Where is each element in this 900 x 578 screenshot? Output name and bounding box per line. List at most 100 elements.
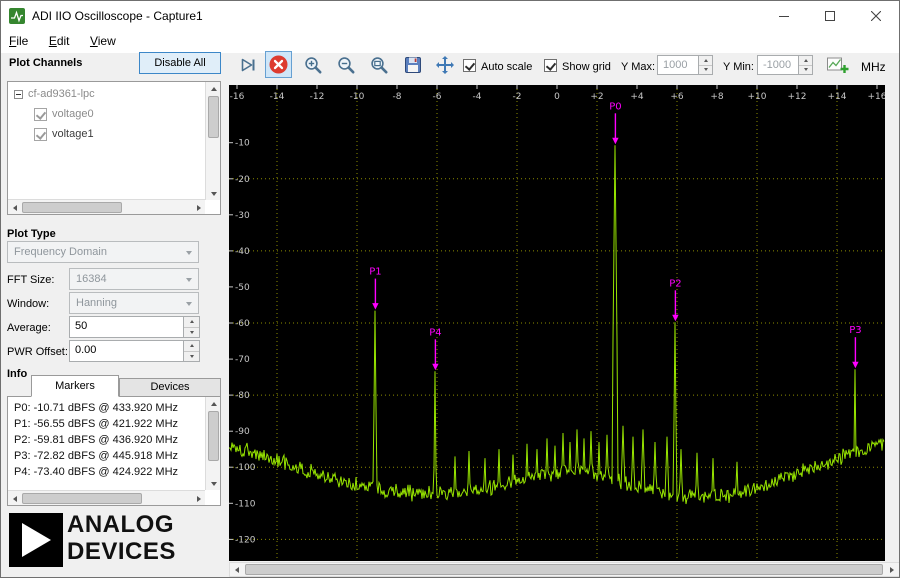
pwr-offset-input[interactable]: 0.00 (69, 340, 184, 362)
scroll-right-icon (890, 566, 894, 573)
zoom-fit-button[interactable] (365, 51, 392, 78)
scrollbar-thumb[interactable] (22, 493, 142, 504)
scrollbar-thumb[interactable] (245, 564, 883, 575)
svg-text:-6: -6 (433, 92, 442, 102)
minimize-icon (779, 16, 789, 17)
tree-hscrollbar[interactable] (8, 199, 205, 214)
capture-button[interactable] (237, 54, 259, 76)
scrollbar-thumb[interactable] (208, 96, 219, 138)
spin-down-button[interactable] (184, 328, 199, 338)
plot-hscrollbar[interactable] (229, 562, 899, 577)
average-label: Average: (7, 322, 51, 334)
minimize-button[interactable] (761, 1, 807, 31)
svg-text:-16: -16 (230, 92, 245, 102)
adi-logo-line1: ANALOG (67, 511, 174, 538)
scroll-right-button[interactable] (885, 563, 899, 576)
tree-vscrollbar[interactable] (205, 82, 220, 200)
zoom-out-button[interactable] (332, 51, 359, 78)
scroll-left-icon (235, 566, 239, 573)
svg-text:-8: -8 (393, 92, 402, 102)
svg-text:-70: -70 (235, 355, 250, 365)
scroll-down-button[interactable] (207, 477, 220, 490)
menu-view[interactable]: View (82, 31, 124, 51)
average-input[interactable]: 50 (69, 316, 184, 338)
voltage1-checkbox[interactable] (34, 128, 47, 141)
stop-button[interactable] (265, 51, 292, 78)
scroll-down-icon (210, 191, 217, 196)
spin-down-button[interactable] (699, 66, 712, 75)
svg-text:-90: -90 (235, 427, 250, 437)
voltage0-label[interactable]: voltage0 (52, 107, 94, 122)
markers-list: P0: -10.71 dBFS @ 433.920 MHz P1: -56.55… (7, 396, 221, 506)
close-button[interactable] (853, 1, 899, 31)
new-plot-button[interactable] (823, 51, 853, 78)
capture-play-icon (241, 58, 255, 72)
show-grid-checkbox[interactable] (544, 59, 557, 72)
spin-up-button[interactable] (184, 341, 199, 352)
menu-edit[interactable]: Edit (41, 31, 78, 51)
save-button[interactable] (399, 51, 426, 78)
stop-x-icon (269, 55, 288, 74)
save-icon (404, 56, 421, 73)
pwr-offset-spinner[interactable] (184, 340, 200, 362)
scroll-left-button[interactable] (230, 563, 244, 576)
svg-text:-100: -100 (235, 463, 256, 473)
spin-down-button[interactable] (799, 66, 812, 75)
voltage1-label[interactable]: voltage1 (52, 127, 94, 142)
menu-bar: File Edit View (1, 31, 899, 53)
spin-up-button[interactable] (799, 56, 812, 66)
scroll-up-button[interactable] (207, 82, 220, 95)
spin-down-button[interactable] (184, 352, 199, 362)
y-max-input[interactable]: 1000 (657, 55, 699, 75)
menu-file[interactable]: File (1, 31, 36, 51)
spin-up-icon (703, 58, 708, 62)
svg-text:+14: +14 (828, 92, 847, 102)
spin-up-button[interactable] (184, 317, 199, 328)
pwr-offset-label: PWR Offset: (7, 346, 68, 358)
auto-scale-checkbox[interactable] (463, 59, 476, 72)
fft-size-select[interactable]: 16384 (69, 268, 199, 290)
window-select[interactable]: Hanning (69, 292, 199, 314)
device-label[interactable]: cf-ad9361-lpc (28, 87, 95, 102)
auto-scale-label: Auto scale (481, 61, 533, 73)
spin-down-icon (703, 68, 708, 72)
scroll-up-button[interactable] (207, 397, 220, 410)
tab-markers[interactable]: Markers (31, 375, 119, 397)
scrollbar-thumb[interactable] (22, 202, 122, 213)
spin-down-icon (189, 354, 194, 358)
spectrum-plot-svg: -16 -14 -12 -10 -8 -6 -4 -2 0 +2 +4 +6 +8 +10 +12 +14 +1… (229, 85, 885, 561)
chevron-down-icon (186, 278, 192, 282)
scroll-left-button[interactable] (8, 201, 21, 214)
y-min-spinner[interactable] (799, 55, 813, 75)
svg-text:+12: +12 (788, 92, 807, 102)
window-label: Window: (7, 298, 50, 310)
scroll-left-button[interactable] (8, 492, 21, 505)
close-icon (871, 11, 881, 21)
maximize-button[interactable] (807, 1, 853, 31)
scroll-down-button[interactable] (207, 187, 220, 200)
markers-vscrollbar[interactable] (205, 397, 220, 490)
spectrum-plot[interactable]: -16 -14 -12 -10 -8 -6 -4 -2 0 +2 +4 +6 +8 +10 +12 +14 +1… (229, 85, 885, 561)
pan-button[interactable] (431, 51, 458, 78)
zoom-in-button[interactable] (299, 51, 326, 78)
voltage0-checkbox[interactable] (34, 108, 47, 121)
svg-text:-4: -4 (473, 92, 482, 102)
plot-type-value: Frequency Domain (14, 246, 107, 258)
markers-hscrollbar[interactable] (8, 490, 205, 505)
svg-text:-60: -60 (235, 319, 250, 329)
y-min-input[interactable]: -1000 (757, 55, 799, 75)
svg-text:-14: -14 (270, 92, 285, 102)
spin-up-button[interactable] (699, 56, 712, 66)
tab-devices[interactable]: Devices (119, 378, 221, 397)
scroll-right-button[interactable] (192, 201, 205, 214)
y-max-spinner[interactable] (699, 55, 713, 75)
average-spinner[interactable] (184, 316, 200, 338)
svg-text:-40: -40 (235, 247, 250, 257)
disable-all-button[interactable]: Disable All (139, 52, 221, 74)
scroll-right-button[interactable] (192, 492, 205, 505)
zoom-in-icon (304, 56, 322, 74)
unit-label: MHz (861, 60, 886, 74)
scrollbar-thumb[interactable] (208, 411, 219, 461)
tree-expander-icon[interactable] (14, 90, 23, 99)
plot-type-select[interactable]: Frequency Domain (7, 241, 199, 263)
